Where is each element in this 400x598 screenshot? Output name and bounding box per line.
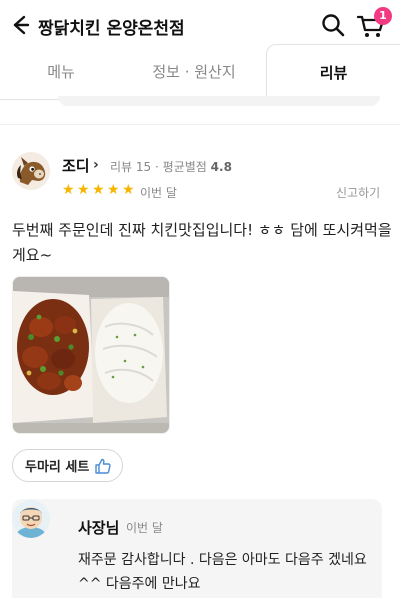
review-photo[interactable] — [12, 276, 170, 434]
menu-tag-label: 두마리 세트 — [25, 460, 90, 475]
owner-avatar — [12, 500, 50, 538]
horse-avatar-icon — [12, 152, 50, 190]
rating-stars: ★ ★ ★ ★ ★ — [62, 183, 136, 197]
star-icon: ★ — [122, 182, 135, 198]
tab-reviews[interactable]: 리뷰 — [266, 44, 400, 101]
star-icon: ★ — [92, 182, 105, 198]
owner-name: 사장님 — [78, 519, 120, 537]
store-tabs: 메뉴 정보 · 원산지 리뷰 — [0, 44, 400, 101]
star-icon: ★ — [107, 182, 120, 198]
menu-tag-chip[interactable]: 두마리 세트 — [12, 449, 124, 482]
reviewer-name[interactable]: 조디 — [62, 155, 90, 176]
review-count: 리뷰 15 — [110, 160, 152, 174]
review-date: 이번 달 — [140, 186, 177, 200]
tab-menu[interactable]: 메뉴 — [0, 44, 122, 100]
search-button[interactable] — [320, 12, 346, 38]
tab-info-origin[interactable]: 정보 · 원산지 — [122, 44, 266, 100]
store-title: 짱닭치킨 온양온천점 — [38, 19, 185, 39]
owner-character-icon — [12, 500, 50, 538]
review-divider — [0, 124, 400, 125]
cart-count-badge: 1 — [374, 7, 392, 25]
report-button[interactable]: 신고하기 — [336, 184, 380, 201]
avg-rating-value: 4.8 — [210, 160, 232, 174]
star-icon: ★ — [62, 182, 75, 198]
owner-reply-text: 재주문 감사합니다 . 다음은 아마도 다음주 겠네요 ^^ 다음주에 만나요 — [78, 552, 367, 592]
search-icon — [322, 14, 345, 37]
meta-separator: · — [155, 160, 159, 174]
thumbs-up-icon — [95, 458, 111, 474]
chevron-right-icon[interactable]: › — [93, 157, 99, 173]
review-text: 두번째 주문인데 진짜 치킨맛집입니다! ㅎㅎ 담에 또시켜먹을게요~ — [12, 221, 392, 264]
chicken-photo-image — [13, 277, 169, 433]
back-button[interactable] — [6, 12, 32, 38]
reviewer-stats: 리뷰 15 · 평균별점 4.8 — [110, 158, 232, 175]
owner-reply-date: 이번 달 — [126, 521, 163, 535]
previous-reply-card-edge — [58, 96, 380, 106]
reviewer-avatar[interactable] — [12, 152, 50, 190]
star-icon: ★ — [77, 182, 90, 198]
back-arrow-icon — [13, 15, 30, 35]
avg-rating-label: 평균별점 — [162, 160, 207, 174]
